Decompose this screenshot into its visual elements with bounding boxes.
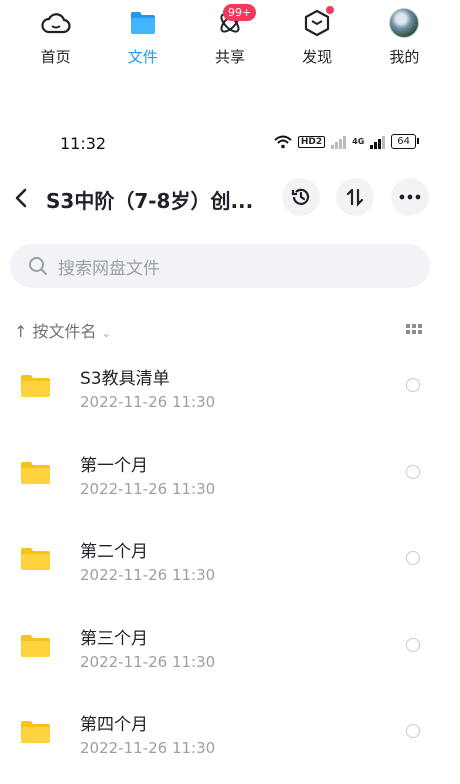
history-button[interactable] [282,178,320,216]
sort-button[interactable] [336,178,374,216]
folder-header: S3中阶（7-8岁）创... [0,176,460,220]
tab-share[interactable]: 99+ 共享 [195,4,265,67]
tab-me[interactable]: 我的 [369,6,439,67]
hd-indicator: HD2 [297,135,326,148]
select-radio[interactable] [406,724,420,738]
file-date: 2022-11-26 11:30 [80,566,216,584]
page-title: S3中阶（7-8岁）创... [46,189,254,213]
tab-discover-label: 发现 [302,48,333,66]
more-button[interactable] [391,178,429,216]
folder-icon [21,721,50,743]
select-radio[interactable] [406,551,420,565]
select-radio[interactable] [406,378,420,392]
history-icon [291,188,310,205]
file-name: 第四个月 [80,715,148,735]
tab-files-label: 文件 [127,48,158,66]
folder-icon [21,375,50,397]
select-radio[interactable] [406,464,420,479]
sort-row: ↑ 按文件名 ⌄ [14,318,444,342]
avatar-wrapper [387,6,421,40]
share-badge: 99+ [222,4,257,21]
tab-discover[interactable]: 发现 [282,6,352,67]
file-name: S3教具清单 [80,369,170,389]
top-tab-bar: 首页 文件 99+ 共享 发现 我的 [0,0,460,72]
tab-home-label: 首页 [40,48,71,66]
file-date: 2022-11-26 11:30 [80,739,216,757]
sort-label: 按文件名 [32,322,97,341]
select-radio[interactable] [406,637,420,652]
file-name: 第三个月 [80,628,148,649]
folder-icon [21,548,50,570]
more-icon [399,194,421,200]
file-date: 2022-11-26 11:30 [80,479,216,498]
tab-files[interactable]: 文件 [108,6,178,67]
list-item[interactable]: 第三个月 2022-11-26 11:30 [0,615,460,702]
tab-home[interactable]: 首页 [21,6,91,67]
folder-icon [126,6,160,40]
cube-icon [300,6,335,40]
cloud-icon [39,6,73,40]
status-time: 11:32 [60,134,107,153]
file-list: S3教具清单 2022-11-26 11:30 第一个月 2022-11-26 … [0,355,460,784]
battery-icon: 64 [391,134,419,149]
list-item[interactable]: 第二个月 2022-11-26 11:30 [0,528,460,615]
file-name: 第一个月 [80,455,148,476]
sort-up-icon: ↑ [14,322,28,341]
file-date: 2022-11-26 11:30 [80,393,216,411]
file-name: 第二个月 [80,542,148,562]
avatar [389,8,420,38]
folder-icon [21,634,50,657]
sort-icon [346,188,364,207]
search-icon [29,257,47,275]
search-placeholder: 搜索网盘文件 [58,258,160,279]
search-input[interactable]: 搜索网盘文件 [10,244,430,288]
status-bar: 11:32 HD2 4G 64 [0,130,460,158]
status-icons: HD2 4G 64 [274,134,419,149]
list-item[interactable]: 第四个月 2022-11-26 11:30 [0,701,460,784]
list-item[interactable]: 第一个月 2022-11-26 11:30 [0,442,460,529]
tab-me-label: 我的 [389,48,420,66]
sort-by-name-toggle[interactable]: ↑ 按文件名 ⌄ [14,318,111,342]
folder-icon [21,461,50,484]
signal-icon-2 [370,135,386,149]
file-date: 2022-11-26 11:30 [80,652,216,671]
tab-share-label: 共享 [214,48,245,66]
chevron-down-icon: ⌄ [101,327,111,340]
back-arrow-icon[interactable] [12,182,32,214]
network-label: 4G [352,137,365,146]
list-item[interactable]: S3教具清单 2022-11-26 11:30 [0,355,460,442]
signal-icon-1 [331,135,347,149]
discover-dot [326,6,335,14]
grid-view-icon[interactable] [406,324,422,334]
wifi-icon [274,135,292,148]
